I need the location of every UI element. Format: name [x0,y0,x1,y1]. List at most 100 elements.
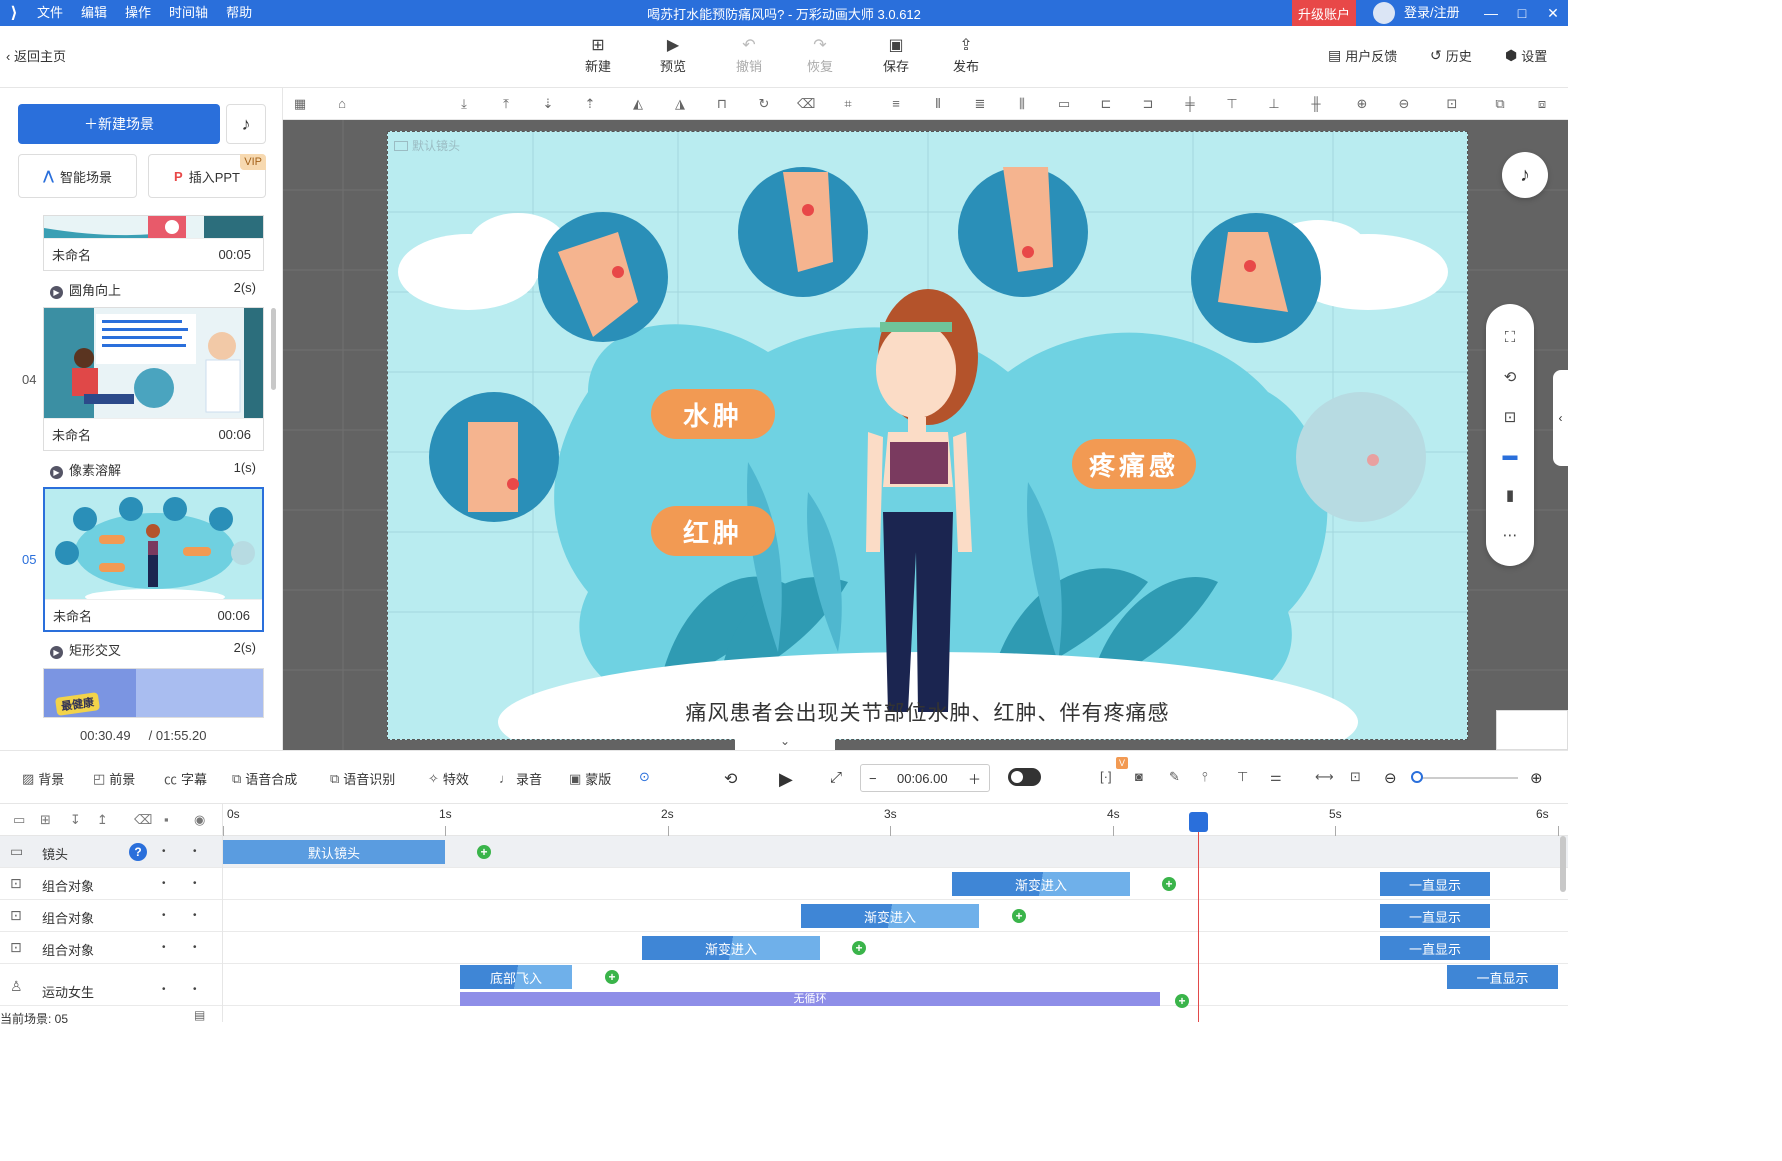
lock-dot[interactable]: • [193,984,197,995]
time-ruler[interactable]: 0s 1s 2s 3s 4s 5s 6s [223,804,1568,836]
add-keyframe-icon[interactable]: + [477,845,491,859]
redo-button[interactable]: ↷ 恢复 [793,36,847,75]
menu-timeline[interactable]: 时间轴 [160,0,217,26]
scene-transition[interactable]: ▶ 像素溶解 1(s) [50,460,256,479]
doc-icon[interactable]: ▤ [194,1008,205,1022]
timeline-scrollbar[interactable] [1560,836,1566,892]
align-vcenter-icon[interactable]: ╫ [1307,95,1325,113]
move-up-icon[interactable]: ↥ [97,812,108,828]
menu-help[interactable]: 帮助 [217,0,261,26]
preview-button[interactable]: ▶ 预览 [646,36,700,75]
lock-icon[interactable]: ⊓ [713,95,731,113]
filter-button[interactable]: ⊤ [1237,769,1248,785]
visibility-dot[interactable]: • [162,942,166,953]
align-middle-icon[interactable]: ╪ [1181,95,1199,113]
move-top-icon[interactable]: ⤒ [497,95,515,113]
background-button[interactable]: ▨ 背景 [22,769,64,788]
collapse-panel-tab[interactable]: ‹ [1553,370,1568,466]
move-up-icon[interactable]: ⇡ [581,95,599,113]
copy-icon[interactable]: ⧉ [1491,95,1509,113]
ratio-button[interactable]: ⊡ [1350,769,1361,785]
split-button[interactable]: ⫯ [1202,769,1208,785]
upgrade-account-button[interactable]: 升级账户 [1292,0,1356,26]
timeline-clip[interactable]: 渐变进入 [952,872,1130,896]
distribute-v-icon[interactable]: ⫼ [1013,95,1031,113]
scene-card[interactable]: 未命名 00:05 [43,215,264,271]
rewind-button[interactable]: ⟲ [724,769,737,789]
track-group[interactable]: ⊡ 组合对象 • • 渐变进入 + 一直显示 [0,900,1568,932]
toggle-switch[interactable] [1008,768,1041,786]
effects-button[interactable]: ✧ 特效 [428,769,469,788]
lock-dot[interactable]: • [193,878,197,889]
distribute-h-icon[interactable]: ≣ [971,95,989,113]
settings-button[interactable]: ⬢ 设置 [1505,46,1547,65]
plus-icon[interactable]: ＋ [968,769,981,788]
menu-file[interactable]: 文件 [28,0,72,26]
timeline-clip[interactable]: 底部飞入 [460,965,572,989]
screen-icon[interactable]: ▬ [1500,446,1520,466]
mask-button[interactable]: ▣ 蒙版 [569,769,611,788]
add-keyframe-icon[interactable]: + [605,970,619,984]
timeline-clip[interactable]: 渐变进入 [801,904,979,928]
record-button[interactable]: ♩ 录音 [499,769,542,788]
add-keyframe-icon[interactable]: + [1012,909,1026,923]
flip-vertical-icon[interactable]: ◮ [671,95,689,113]
timeline-clip[interactable]: 渐变进入 [642,936,820,960]
login-register-link[interactable]: 登录/注册 [1404,0,1460,26]
add-keyframe-icon[interactable]: + [852,941,866,955]
scene-card[interactable]: 最健康 [43,668,264,718]
zoom-in-button[interactable]: ⊕ [1530,769,1543,787]
align-center-h-icon[interactable]: ≡ [887,95,905,113]
playhead-handle[interactable] [1189,812,1208,832]
zoom-slider-track[interactable] [1418,777,1518,779]
timeline-clip[interactable]: 一直显示 [1380,872,1490,896]
rotate-view-icon[interactable]: ⟲ [1500,368,1520,388]
timeline-clip[interactable]: 一直显示 [1380,904,1490,928]
rotate-icon[interactable]: ↻ [755,95,773,113]
stage-subtitle[interactable]: 痛风患者会出现关节部位水肿、红肿、伴有疼痛感 [388,697,1467,727]
label-pain[interactable]: 疼痛感 [1072,439,1196,489]
new-button[interactable]: ⊞ 新建 [571,36,625,75]
add-keyframe-icon[interactable]: + [1162,877,1176,891]
scene-card-active[interactable]: 未命名 00:06 [43,487,264,632]
action-clip[interactable]: 无循环 [460,992,1160,1006]
label-redness[interactable]: 红肿 [651,506,775,556]
align-right-icon[interactable]: ⊐ [1139,95,1157,113]
zoom-slider-handle[interactable] [1411,771,1423,783]
help-icon[interactable]: ? [129,843,147,861]
eye-icon[interactable]: ◉ [194,812,205,828]
visibility-dot[interactable]: • [162,984,166,995]
more-icon[interactable]: ⋯ [1500,526,1520,546]
menu-edit[interactable]: 编辑 [72,0,116,26]
delete-icon[interactable]: ⌫ [797,95,815,113]
minimize-button[interactable]: — [1476,0,1506,26]
minus-icon[interactable]: − [869,771,877,786]
user-feedback-button[interactable]: ▤ 用户反馈 [1328,46,1397,65]
track-group[interactable]: ⊡ 组合对象 • • 渐变进入 + 一直显示 [0,932,1568,964]
track-group[interactable]: ⊡ 组合对象 • • 渐变进入 + 一直显示 [0,868,1568,900]
collapse-canvas-toggle[interactable]: ⌄ [735,730,835,750]
scene-list-scrollbar[interactable] [271,308,276,390]
asr-button[interactable]: ⧉ 语音识别 [330,769,395,788]
camera-fit-button[interactable]: [·] [1100,769,1112,784]
lock-dot[interactable]: • [193,942,197,953]
time-value[interactable]: 00:06.00 [897,771,948,786]
timeline-clip[interactable]: 一直显示 [1380,936,1490,960]
visibility-dot[interactable]: • [162,846,166,857]
fit-screen-icon[interactable]: ⛶ [1500,328,1520,348]
move-down-icon[interactable]: ↧ [70,812,81,828]
add-keyframe-icon[interactable]: + [1175,994,1189,1008]
new-folder-icon[interactable]: ⊞ [40,812,51,828]
align-top-icon[interactable]: ⊤ [1223,95,1241,113]
zoom-out-icon[interactable]: ⊖ [1395,95,1413,113]
caption-button[interactable]: ㏄字幕 [164,769,207,788]
move-down-icon[interactable]: ⇣ [539,95,557,113]
home-icon[interactable]: ⌂ [333,95,351,113]
save-button[interactable]: ▣ 保存 [869,36,923,75]
adjust-button[interactable]: ⚌ [1270,769,1282,785]
unlock-icon[interactable]: ⊡ [1443,95,1461,113]
align-bottom-icon[interactable]: ⊥ [1265,95,1283,113]
label-swelling[interactable]: 水肿 [651,389,775,439]
timeline-clip[interactable]: 默认镜头 [223,840,445,864]
minimap[interactable] [1496,710,1568,750]
